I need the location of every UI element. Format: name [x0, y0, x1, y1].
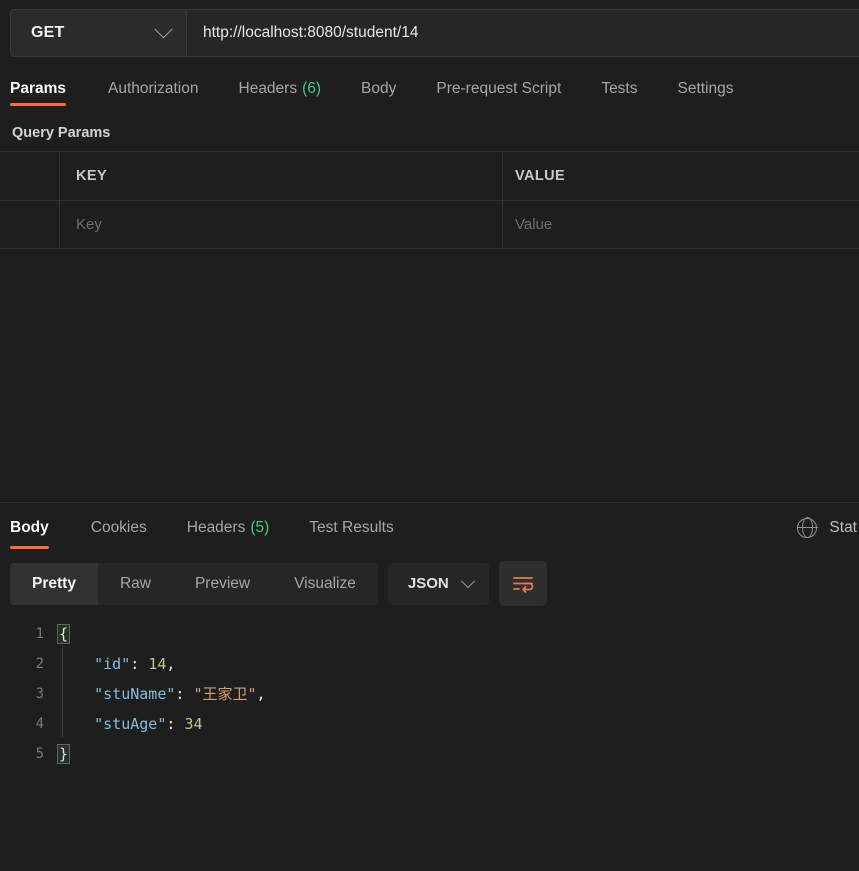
body-view-preview-label: Preview [194, 574, 251, 592]
body-view-visualize[interactable]: Visualize [272, 563, 378, 605]
code-line-3: "stuName": "王家卫", [58, 679, 859, 709]
response-body-editor[interactable]: 1 2 3 4 5 { "id": 14, "stuName": "王家卫", … [0, 611, 859, 871]
request-tabs: Params Authorization Headers (6) Body Pr… [0, 67, 859, 113]
tab-headers-label: Headers [238, 80, 298, 97]
body-view-visualize-label: Visualize [294, 574, 356, 592]
url-input[interactable]: http://localhost:8080/student/14 [187, 10, 859, 56]
json-value-stuage: 34 [184, 714, 203, 733]
json-key-id: "id" [94, 654, 131, 673]
word-wrap-icon [512, 576, 534, 593]
indent-guide [62, 644, 63, 737]
response-tab-headers-count: (5) [250, 518, 270, 536]
response-tab-cookies-label: Cookies [90, 518, 147, 536]
chevron-down-icon [460, 573, 475, 588]
header-value-cell: VALUE [503, 152, 859, 201]
response-tab-body-label: Body [10, 518, 49, 536]
tab-pre-request-script-label: Pre-request Script [436, 80, 562, 97]
tab-headers[interactable]: Headers (6) [219, 67, 342, 111]
tab-settings-label: Settings [677, 80, 734, 97]
url-shell: GET http://localhost:8080/student/14 [10, 9, 859, 57]
tab-tests-label: Tests [601, 80, 638, 97]
query-params-table: KEY VALUE Key Value [0, 151, 859, 249]
body-view-pretty-label: Pretty [32, 574, 76, 592]
column-header-key: KEY [76, 168, 108, 184]
table-row[interactable]: Key Value [0, 200, 859, 249]
tab-tests[interactable]: Tests [581, 67, 657, 111]
response-tab-test-results[interactable]: Test Results [289, 503, 413, 553]
column-header-value: VALUE [515, 168, 566, 184]
globe-icon[interactable] [796, 517, 818, 538]
key-input-placeholder[interactable]: Key [76, 216, 102, 233]
tab-body[interactable]: Body [341, 67, 416, 111]
response-status-area: Stat [796, 503, 859, 553]
line-number: 3 [35, 685, 44, 702]
body-view-preview[interactable]: Preview [173, 563, 272, 605]
query-params-title: Query Params [12, 125, 111, 141]
colon: : [175, 684, 194, 703]
line-number: 4 [35, 715, 44, 732]
status-label: Stat [829, 518, 857, 536]
json-key-stuage: "stuAge" [94, 714, 167, 733]
body-view-pretty[interactable]: Pretty [10, 562, 98, 605]
colon: : [130, 654, 149, 673]
http-method-label: GET [31, 24, 65, 41]
row-checkbox-cell[interactable] [0, 200, 60, 249]
line-number: 5 [35, 745, 44, 762]
tab-params-label: Params [10, 80, 67, 97]
value-input-placeholder[interactable]: Value [515, 216, 552, 233]
http-method-dropdown[interactable]: GET [11, 10, 187, 56]
code-line-4: "stuAge": 34 [58, 709, 859, 739]
response-tab-body[interactable]: Body [10, 503, 71, 553]
comma: , [166, 654, 176, 673]
tab-authorization[interactable]: Authorization [88, 67, 218, 111]
tab-body-label: Body [361, 80, 397, 97]
body-view-switcher: Pretty Raw Preview Visualize [10, 562, 378, 605]
tab-headers-count: (6) [302, 80, 322, 97]
code-line-5: } [57, 739, 859, 769]
response-tabs: Body Cookies Headers (5) Test Results St… [0, 503, 859, 557]
tab-authorization-label: Authorization [108, 80, 199, 97]
url-bar: GET http://localhost:8080/student/14 [0, 0, 859, 67]
code-line-1: { [57, 619, 859, 649]
row-value-cell[interactable]: Value [503, 200, 859, 249]
header-checkbox-cell [0, 151, 60, 201]
body-view-raw[interactable]: Raw [98, 563, 173, 605]
response-body-toolbar: Pretty Raw Preview Visualize JSON [0, 557, 859, 611]
editor-line-numbers: 1 2 3 4 5 [0, 619, 58, 871]
table-header-row: KEY VALUE [0, 151, 859, 201]
response-tab-cookies[interactable]: Cookies [71, 503, 167, 553]
json-value-stuname: "王家卫" [193, 684, 257, 703]
line-number: 1 [35, 625, 44, 642]
json-value-id: 14 [148, 654, 167, 673]
response-format-label: JSON [407, 575, 449, 592]
word-wrap-button[interactable] [498, 561, 547, 606]
editor-code-area[interactable]: { "id": 14, "stuName": "王家卫", "stuAge": … [57, 619, 859, 871]
tab-pre-request-script[interactable]: Pre-request Script [416, 67, 581, 111]
request-pane-empty-space [0, 249, 859, 502]
postman-request-response-pane: GET http://localhost:8080/student/14 Par… [0, 0, 859, 871]
json-key-stuname: "stuName" [94, 684, 176, 703]
header-key-cell: KEY [60, 151, 503, 201]
response-tab-headers[interactable]: Headers (5) [167, 503, 290, 553]
response-tab-test-results-label: Test Results [309, 518, 394, 536]
response-tab-headers-label: Headers [186, 518, 246, 536]
comma: , [256, 684, 266, 703]
chevron-down-icon [154, 19, 173, 38]
open-brace: { [57, 623, 71, 644]
tab-settings[interactable]: Settings [658, 67, 754, 111]
tab-params[interactable]: Params [10, 67, 88, 111]
close-brace: } [57, 743, 71, 764]
line-number: 2 [35, 655, 44, 672]
body-view-raw-label: Raw [119, 574, 151, 592]
response-format-dropdown[interactable]: JSON [387, 562, 489, 605]
colon: : [166, 714, 185, 733]
row-key-cell[interactable]: Key [60, 200, 503, 249]
code-line-2: "id": 14, [58, 649, 859, 679]
